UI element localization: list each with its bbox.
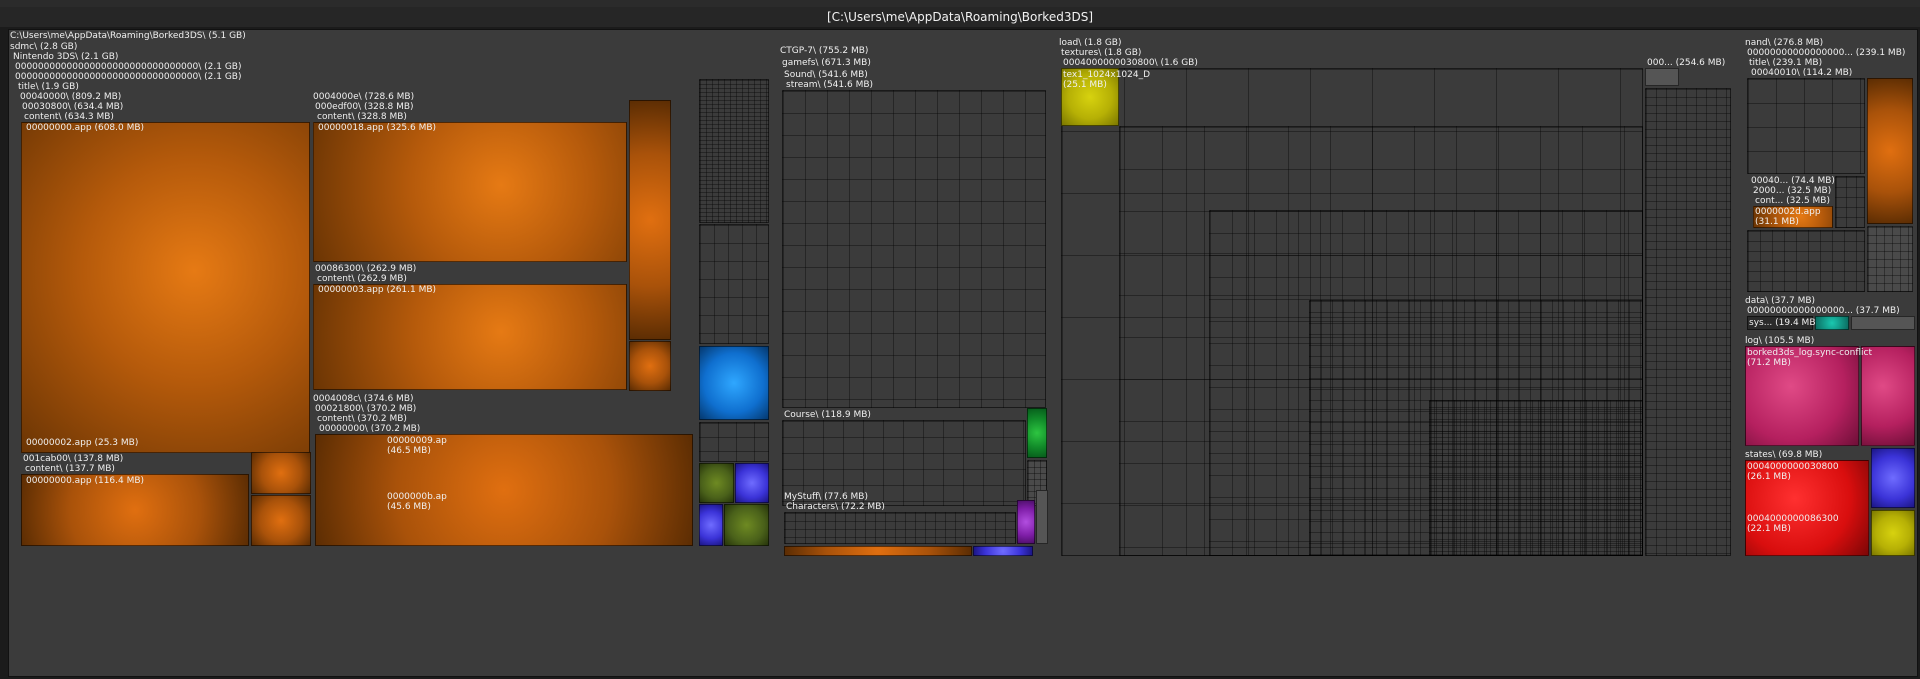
file-block-app[interactable] xyxy=(313,284,627,390)
texture-other-label[interactable]: 000... (254.6 MB) xyxy=(1647,58,1725,68)
texture-files-block[interactable] xyxy=(1429,400,1643,556)
data-folder-label[interactable]: data\ (37.7 MB) xyxy=(1745,296,1815,306)
file-label: 0000000b.app (45.6 MB) xyxy=(387,492,447,512)
folder-00000000-label[interactable]: 00000000\ (370.2 MB) xyxy=(319,424,420,434)
file-block[interactable] xyxy=(699,346,769,420)
sdmc-folder-label[interactable]: sdmc\ (2.8 GB) xyxy=(10,42,77,52)
file-block[interactable] xyxy=(251,495,311,546)
nand-files-block[interactable] xyxy=(1747,78,1865,174)
characters-folder-label[interactable]: Characters\ (72.2 MB) xyxy=(786,502,885,512)
data-id-folder-label[interactable]: 00000000000000000... (37.7 MB) xyxy=(1747,306,1915,316)
file-block[interactable] xyxy=(1867,78,1913,224)
file-label: 00000000.app (116.4 MB) xyxy=(26,476,145,486)
nand-files-block[interactable] xyxy=(1747,230,1865,292)
file-block[interactable] xyxy=(251,452,311,494)
folder-00086300-label[interactable]: 00086300\ (262.9 MB) xyxy=(315,264,416,274)
file-block[interactable] xyxy=(699,504,723,546)
stream-folder-label[interactable]: stream\ (541.6 MB) xyxy=(786,80,873,90)
stream-files-block[interactable] xyxy=(782,90,1046,408)
content-folder-label[interactable]: content\ (634.3 MB) xyxy=(24,112,114,122)
textures-folder-label[interactable]: textures\ (1.8 GB) xyxy=(1061,48,1141,58)
nand-2000-label[interactable]: 2000... (32.5 MB) xyxy=(1753,186,1831,196)
file-block[interactable] xyxy=(1867,226,1913,292)
folder-001cab00-label[interactable]: 001cab00\ (137.8 MB) xyxy=(23,454,123,464)
file-block[interactable] xyxy=(629,341,671,391)
sys-folder-label[interactable]: sys... (19.4 MB) xyxy=(1749,318,1819,328)
file-block[interactable] xyxy=(1851,316,1915,330)
file-block[interactable] xyxy=(784,546,972,556)
file-block[interactable] xyxy=(735,463,769,503)
path-title: [C:\Users\me\AppData\Roaming\Borked3DS] xyxy=(0,7,1920,27)
file-block[interactable] xyxy=(1027,408,1047,458)
content-folder-label[interactable]: content\ (328.8 MB) xyxy=(317,112,407,122)
log-folder-label[interactable]: log\ (105.5 MB) xyxy=(1745,336,1814,346)
file-block-app[interactable] xyxy=(313,122,627,262)
file-block[interactable] xyxy=(1645,68,1679,86)
folder-00030800-label[interactable]: 00030800\ (634.4 MB) xyxy=(22,102,123,112)
file-block[interactable] xyxy=(629,100,671,340)
mystuff-folder-label[interactable]: MyStuff\ (77.6 MB) xyxy=(784,492,868,502)
file-label: borked3ds_log.sync-conflict xyxy=(1747,348,1872,358)
gamefs-folder-label[interactable]: gamefs\ (671.3 MB) xyxy=(782,58,871,68)
file-block[interactable] xyxy=(1835,176,1865,228)
content-folder-label[interactable]: content\ (262.9 MB) xyxy=(317,274,407,284)
content-folder-label[interactable]: content\ (370.2 MB) xyxy=(317,414,407,424)
title-folder-label[interactable]: title\ (1.9 GB) xyxy=(18,82,79,92)
content-folder-label[interactable]: content\ (137.7 MB) xyxy=(25,464,115,474)
file-label: 00000018.app (325.6 MB) xyxy=(318,123,437,133)
file-label: 00000002.app (25.3 MB) xyxy=(26,438,139,448)
nand-00040-label[interactable]: 00040... (74.4 MB) xyxy=(1751,176,1835,186)
file-label: tex1_1024x1024_D xyxy=(1063,70,1151,80)
folder-00021800-label[interactable]: 00021800\ (370.2 MB) xyxy=(315,404,416,414)
file-label: (25.1 MB) xyxy=(1063,80,1107,90)
file-label: 0004000000086300 xyxy=(1747,514,1839,524)
nand-id-folder-label[interactable]: 00000000000000000... (239.1 MB) xyxy=(1747,48,1915,58)
characters-files-block[interactable] xyxy=(784,512,1016,544)
folder-000edf00-label[interactable]: 000edf00\ (328.8 MB) xyxy=(315,102,414,112)
nintendo-folder-label[interactable]: Nintendo 3DS\ (2.1 GB) xyxy=(13,52,118,62)
file-block[interactable] xyxy=(699,422,769,462)
file-block[interactable] xyxy=(1036,490,1048,544)
file-label: 00000000.app (608.0 MB) xyxy=(26,123,145,133)
nand-title-folder-label[interactable]: title\ (239.1 MB) xyxy=(1749,58,1822,68)
file-block[interactable] xyxy=(699,224,769,344)
nand-folder-label[interactable]: nand\ (276.8 MB) xyxy=(1745,38,1823,48)
folder-0004000e-label[interactable]: 0004000e\ (728.6 MB) xyxy=(313,92,414,102)
file-block[interactable] xyxy=(1871,510,1915,556)
load-folder-label[interactable]: load\ (1.8 GB) xyxy=(1059,38,1121,48)
sound-folder-label[interactable]: Sound\ (541.6 MB) xyxy=(784,70,868,80)
file-label: (22.1 MB) xyxy=(1747,524,1791,534)
treemap[interactable]: C:\Users\me\AppData\Roaming\Borked3DS\ (… xyxy=(8,29,1918,677)
texture-id-folder-label[interactable]: 0004000000030800\ (1.6 GB) xyxy=(1063,58,1198,68)
file-block[interactable] xyxy=(1871,448,1915,508)
file-block-app[interactable] xyxy=(315,434,693,546)
file-block[interactable] xyxy=(699,79,769,223)
file-label: (31.1 MB) xyxy=(1755,217,1799,227)
course-folder-label[interactable]: Course\ (118.9 MB) xyxy=(784,410,871,420)
file-label: 00000009.app (46.5 MB) xyxy=(387,436,447,456)
nand-00040010-label[interactable]: 00040010\ (114.2 MB) xyxy=(1751,68,1852,78)
file-label: 0004000000030800 xyxy=(1747,462,1839,472)
id-folder-label[interactable]: 00000000000000000000000000000000\ (2.1 G… xyxy=(15,72,241,82)
file-block[interactable] xyxy=(1017,500,1035,544)
file-block[interactable] xyxy=(699,463,734,503)
file-label: 00000003.app (261.1 MB) xyxy=(318,285,437,295)
folder-0004008c-label[interactable]: 0004008c\ (374.6 MB) xyxy=(313,394,414,404)
file-label: (26.1 MB) xyxy=(1747,472,1791,482)
id-folder-label[interactable]: 00000000000000000000000000000000\ (2.1 G… xyxy=(15,62,241,72)
file-block-app[interactable] xyxy=(21,122,310,453)
file-block[interactable] xyxy=(1815,316,1849,330)
ctgp-folder-label[interactable]: CTGP-7\ (755.2 MB) xyxy=(780,46,868,56)
states-folder-label[interactable]: states\ (69.8 MB) xyxy=(1745,450,1822,460)
folder-00040000-label[interactable]: 00040000\ (809.2 MB) xyxy=(20,92,121,102)
file-block[interactable] xyxy=(973,546,1033,556)
file-block[interactable] xyxy=(1861,346,1915,446)
file-block[interactable] xyxy=(724,504,769,546)
file-label: (71.2 MB) xyxy=(1747,358,1791,368)
texture-files-block[interactable] xyxy=(1645,88,1731,556)
nand-cont-label[interactable]: cont... (32.5 MB) xyxy=(1755,196,1830,206)
root-folder-label[interactable]: C:\Users\me\AppData\Roaming\Borked3DS\ (… xyxy=(10,31,246,41)
file-label: 0000002d.app xyxy=(1755,207,1821,217)
